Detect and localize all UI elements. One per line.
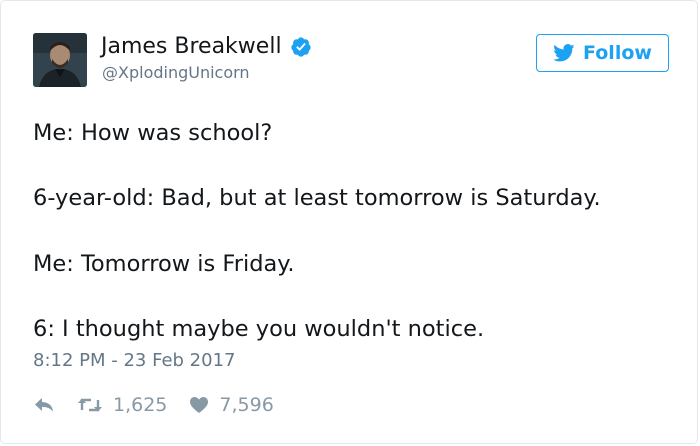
- follow-label: Follow: [583, 42, 652, 64]
- reply-icon: [33, 396, 55, 414]
- retweet-button[interactable]: 1,625: [77, 394, 167, 416]
- tweet-text-line-2: 6-year-old: Bad, but at least tomorrow i…: [33, 185, 601, 211]
- tweet-card: James Breakwell @XplodingUnicorn Follow …: [0, 0, 698, 444]
- retweet-count: 1,625: [113, 394, 168, 416]
- tweet-text-line-3: Me: Tomorrow is Friday.: [33, 251, 295, 277]
- author-handle[interactable]: @XplodingUnicorn: [102, 63, 250, 82]
- tweet-actions: 1,625 7,596: [33, 390, 274, 420]
- reply-button[interactable]: [33, 396, 55, 414]
- like-button[interactable]: 7,596: [189, 394, 274, 416]
- tweet-text-line-4: 6: I thought maybe you wouldn't notice.: [33, 316, 485, 342]
- verified-badge-icon: [290, 36, 312, 58]
- retweet-icon: [77, 396, 103, 414]
- author-name-row: James Breakwell: [101, 33, 312, 61]
- avatar-photo: [33, 33, 87, 87]
- heart-icon: [189, 396, 209, 414]
- tweet-timestamp[interactable]: 8:12 PM - 23 Feb 2017: [33, 350, 236, 371]
- avatar[interactable]: [33, 33, 87, 87]
- follow-button[interactable]: Follow: [536, 34, 669, 72]
- like-count: 7,596: [219, 394, 274, 416]
- twitter-bird-icon: [553, 44, 575, 62]
- tweet-text-line-1: Me: How was school?: [33, 120, 273, 146]
- author-name[interactable]: James Breakwell: [101, 33, 282, 61]
